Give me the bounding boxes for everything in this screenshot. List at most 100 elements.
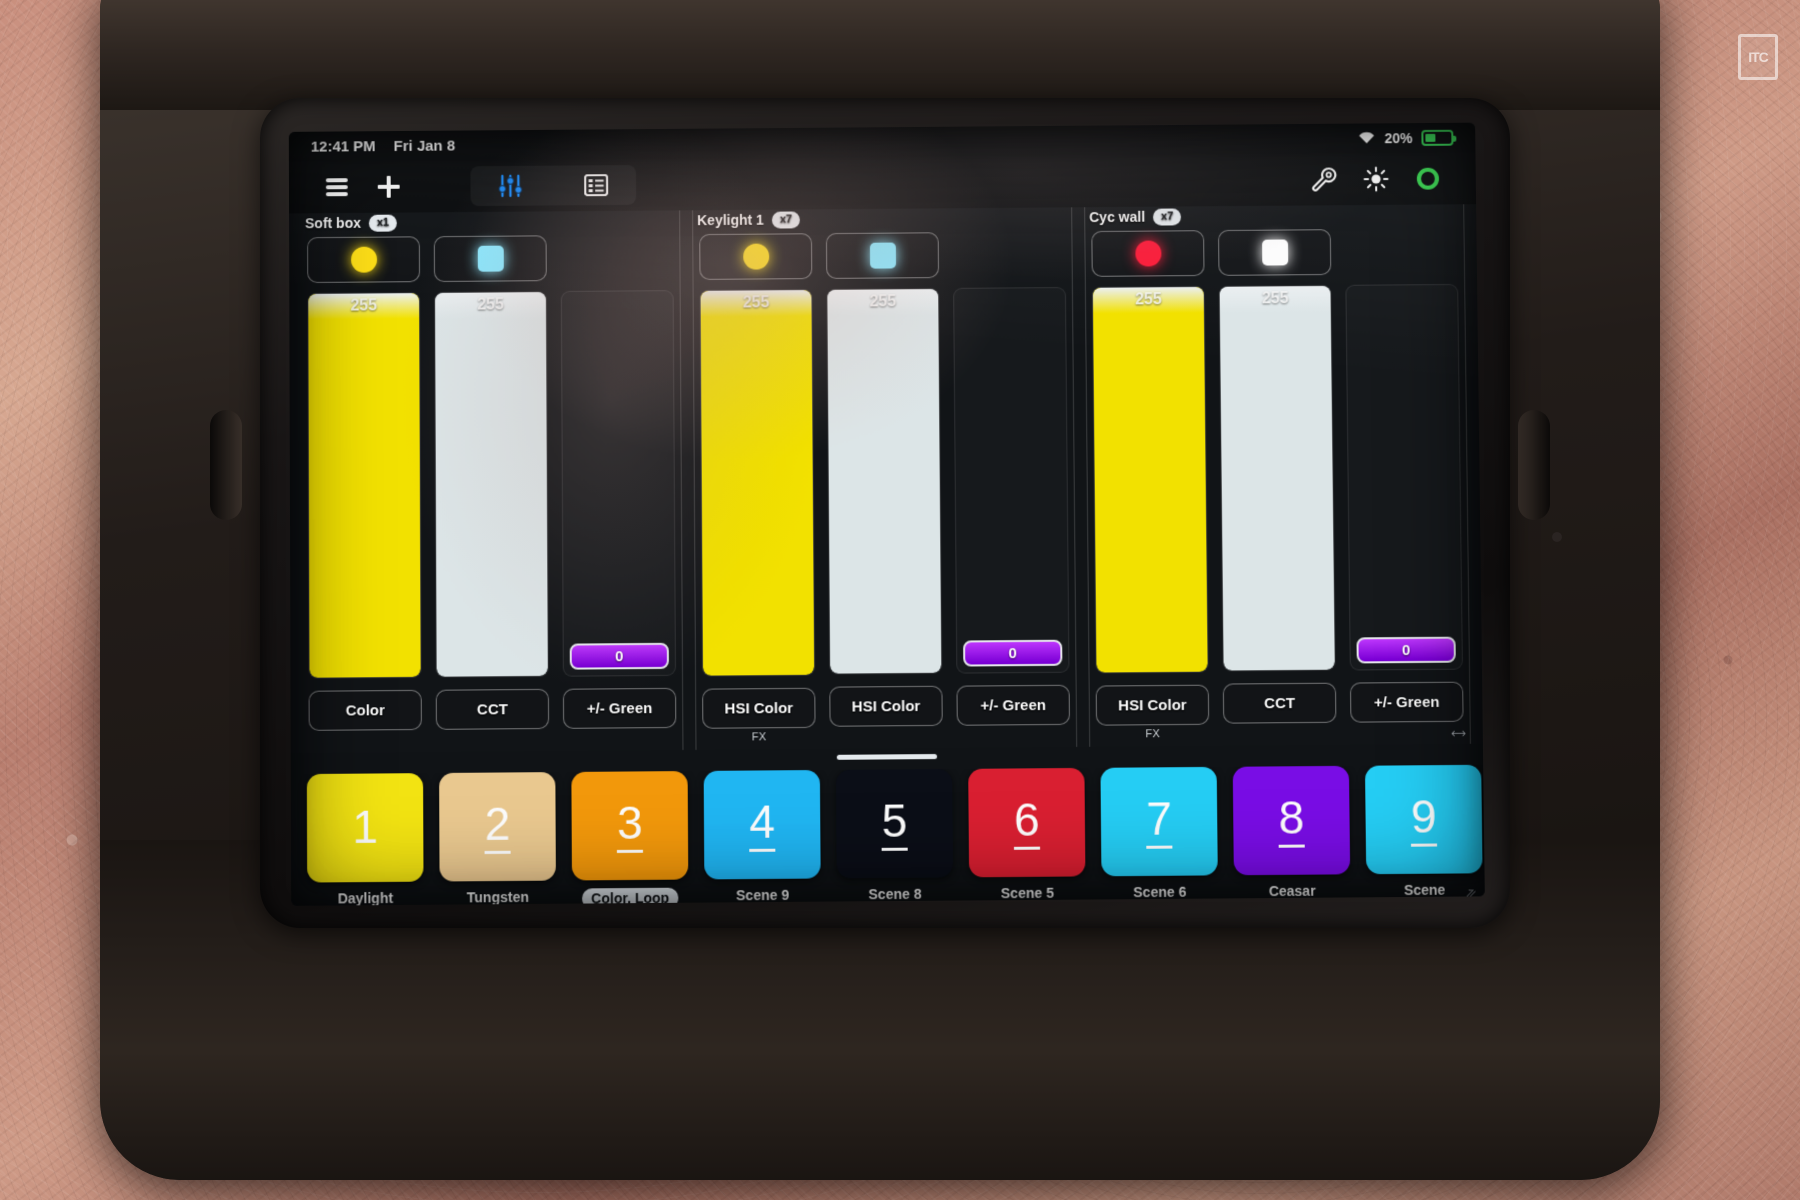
group-header[interactable]: Cyc wall x7: [1089, 208, 1182, 226]
scene-label[interactable]: Daylight: [307, 890, 423, 906]
scene-cell: 7 Scene 6: [1100, 766, 1219, 906]
scene-button[interactable]: 9: [1364, 764, 1483, 875]
intensity-fader[interactable]: 255: [826, 288, 943, 675]
intensity-fader[interactable]: 255: [434, 291, 549, 678]
channel-mode-button[interactable]: HSI Color: [1095, 684, 1210, 726]
scene-button[interactable]: 6: [968, 767, 1086, 878]
color-swatch-button[interactable]: [699, 233, 813, 280]
channel-strip: 0 +/- Green: [560, 234, 677, 745]
color-swatch-button[interactable]: [307, 236, 421, 284]
sensor-dot: [1552, 532, 1562, 542]
channel-mode-button[interactable]: +/- Green: [562, 687, 677, 729]
scene-cell: 8 Ceasar: [1232, 765, 1351, 906]
scene-cell: 6 Scene 5: [968, 767, 1086, 906]
scene-button[interactable]: 8: [1232, 765, 1351, 876]
scene-label[interactable]: Color. Loop: [582, 887, 679, 906]
status-date: Fri Jan 8: [393, 137, 456, 155]
channel-mode-button[interactable]: CCT: [1222, 682, 1337, 724]
channel-mode-button[interactable]: CCT: [435, 688, 550, 730]
swatch-placeholder: [561, 234, 674, 281]
green-shift-handle[interactable]: 0: [569, 642, 669, 670]
drag-handle[interactable]: [836, 754, 938, 760]
photo-scene: ITC 12:41 PM Fri Jan 8 20% Soft box x1 2…: [0, 0, 1800, 1200]
group-count-badge: x1: [368, 214, 398, 232]
color-swatch-button[interactable]: [1091, 230, 1205, 277]
scene-label[interactable]: Scene 5: [969, 884, 1085, 902]
scene-number: 3: [617, 796, 643, 853]
fader-value-cap[interactable]: 255: [1092, 286, 1204, 314]
scene-button[interactable]: 1: [306, 773, 424, 883]
scene-button[interactable]: 2: [439, 772, 556, 882]
scene-label-wrap: Scene 5: [969, 884, 1085, 902]
color-swatch-button[interactable]: [1218, 229, 1332, 276]
hamburger-menu-icon[interactable]: [311, 166, 363, 208]
scene-button[interactable]: 4: [703, 769, 821, 880]
fader-value-cap[interactable]: 255: [435, 292, 546, 319]
power-ring-icon[interactable]: [1402, 158, 1454, 200]
scene-label-wrap: Ceasar: [1234, 882, 1351, 899]
fx-spacer: [1350, 722, 1463, 739]
intensity-fader[interactable]: 255: [1091, 285, 1209, 674]
channel-mode-button[interactable]: HSI Color: [829, 685, 943, 727]
scene-number: 8: [1278, 791, 1305, 848]
mount-notch-right: [1518, 410, 1550, 520]
scene-cell: 2 Tungsten: [439, 772, 556, 906]
scene-label[interactable]: Scene 9: [704, 887, 820, 904]
scene-label[interactable]: Tungsten: [440, 889, 556, 906]
fader-wrap: 255: [1091, 285, 1209, 674]
fx-spacer: [830, 726, 943, 743]
plus-icon[interactable]: [363, 166, 415, 208]
green-shift-track[interactable]: 0: [560, 290, 676, 677]
green-shift-handle[interactable]: 0: [1356, 636, 1456, 664]
group-name: Soft box: [305, 215, 361, 232]
scene-label[interactable]: Scene 8: [837, 886, 953, 903]
brightness-icon[interactable]: [1350, 158, 1402, 200]
fader-fill: [827, 289, 942, 674]
battery-percent-label: 20%: [1384, 130, 1413, 147]
fader-value-cap[interactable]: 255: [308, 293, 420, 320]
color-swatch-button[interactable]: [825, 232, 940, 279]
watermark-text: ITC: [1748, 49, 1769, 65]
fader-wrap: 255: [826, 288, 943, 675]
scene-label-wrap: Scene 6: [1102, 883, 1219, 901]
channel-mode-button[interactable]: +/- Green: [1349, 681, 1464, 723]
channel-strip: 0 +/- Green: [953, 231, 1070, 742]
scene-cell: 3 Color. Loop: [571, 771, 689, 906]
scene-button-row: 1 Daylight 2 Tungsten 3 Color. Loop 4 Scene 9 5 S…: [291, 764, 1485, 906]
scene-label[interactable]: Scene 6: [1102, 883, 1219, 901]
list-icon[interactable]: [570, 164, 622, 206]
scenes-panel: 1 Daylight 2 Tungsten 3 Color. Loop 4 Scene 9 5 S…: [290, 743, 1485, 906]
faders-icon[interactable]: [484, 165, 536, 207]
scene-label[interactable]: Ceasar: [1234, 882, 1351, 899]
cct-color-square-icon: [1261, 239, 1288, 266]
scene-button[interactable]: 3: [571, 771, 689, 881]
hsi-color-dot-icon: [1134, 240, 1162, 267]
green-shift-handle[interactable]: 0: [963, 639, 1063, 667]
green-shift-track[interactable]: 0: [953, 287, 1070, 674]
intensity-fader[interactable]: 255: [699, 289, 816, 677]
intensity-fader[interactable]: 255: [307, 292, 422, 679]
scene-label-wrap: Tungsten: [440, 889, 556, 906]
fader-value-cap[interactable]: 255: [700, 290, 812, 317]
tablet-kiosk-mount: 12:41 PM Fri Jan 8 20% Soft box x1 255 C…: [100, 0, 1660, 1180]
green-shift-track[interactable]: 0: [1345, 283, 1463, 671]
wrench-icon[interactable]: [1298, 158, 1350, 200]
scene-label-wrap: Scene 9: [704, 887, 820, 904]
intensity-fader[interactable]: 255: [1218, 284, 1336, 672]
channel-mode-button[interactable]: +/- Green: [956, 684, 1070, 726]
color-swatch-button[interactable]: [433, 235, 547, 283]
fx-spacer: [436, 729, 549, 746]
scene-number: 7: [1146, 792, 1173, 849]
channel-mode-button[interactable]: HSI Color: [702, 687, 816, 729]
fader-value-cap[interactable]: 255: [1219, 285, 1331, 313]
scene-button[interactable]: 5: [835, 768, 954, 879]
group-header[interactable]: Keylight 1 x7: [697, 211, 801, 229]
scene-button[interactable]: 7: [1100, 766, 1218, 877]
channel-mode-button[interactable]: Color: [308, 689, 422, 731]
cct-color-square-icon: [477, 245, 504, 272]
fader-value-cap[interactable]: 255: [827, 289, 939, 316]
scene-number: 6: [1014, 793, 1040, 850]
fader-fill: [700, 290, 815, 676]
green-shift-slider-host: 0: [953, 287, 1070, 674]
group-header[interactable]: Soft box x1: [305, 214, 398, 232]
